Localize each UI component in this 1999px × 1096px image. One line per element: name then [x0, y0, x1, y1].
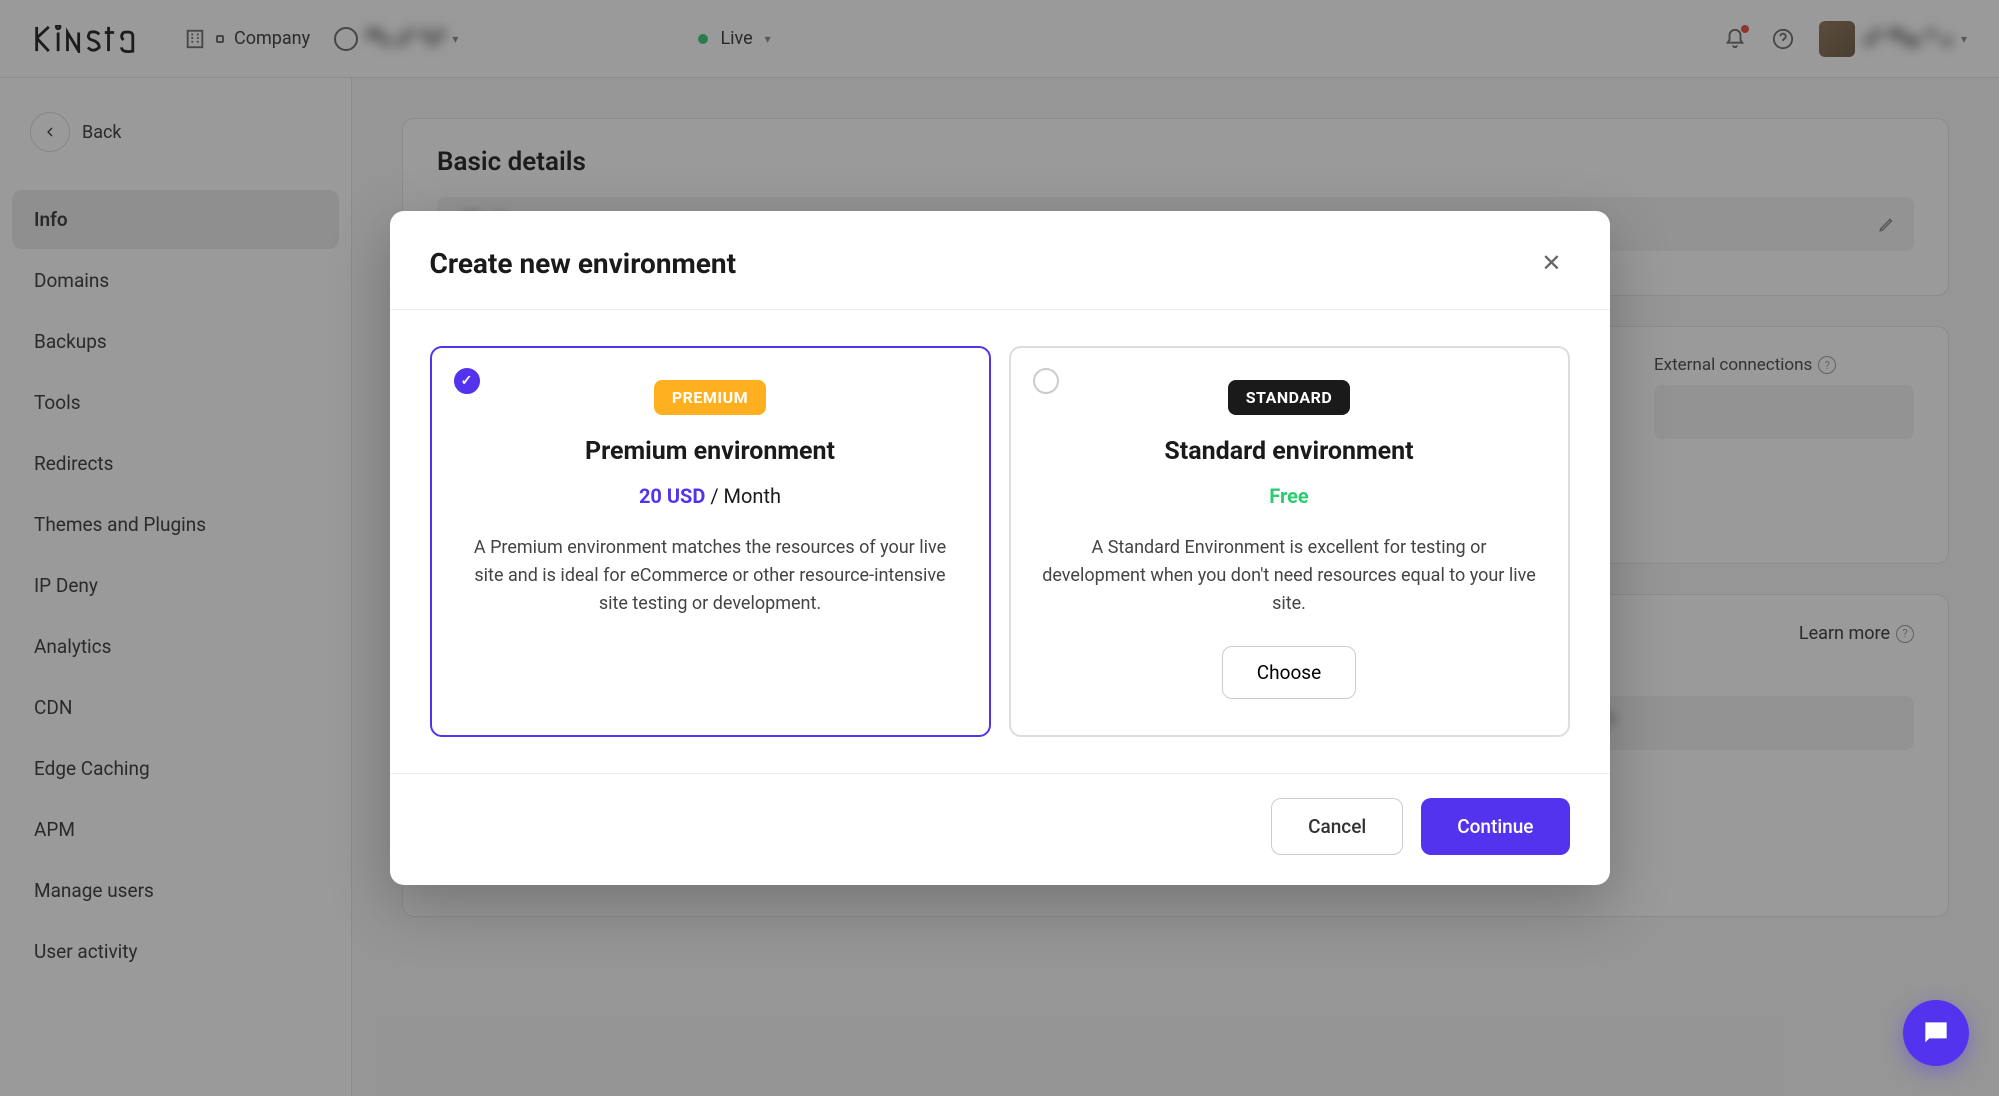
option-premium[interactable]: PREMIUM Premium environment 20 USD / Mon… — [430, 346, 991, 737]
premium-description: A Premium environment matches the resour… — [462, 534, 959, 618]
choose-button[interactable]: Choose — [1222, 646, 1356, 699]
chat-icon — [1920, 1017, 1952, 1049]
standard-heading: Standard environment — [1041, 437, 1538, 466]
modal-title: Create new environment — [430, 247, 737, 280]
modal-footer: Cancel Continue — [390, 773, 1610, 885]
modal-overlay[interactable]: Create new environment ✕ PREMIUM Premium… — [0, 0, 1999, 1096]
premium-price: 20 USD / Month — [462, 484, 959, 508]
continue-button[interactable]: Continue — [1421, 798, 1569, 855]
standard-price: Free — [1041, 484, 1538, 508]
chat-widget[interactable] — [1903, 1000, 1969, 1066]
option-standard[interactable]: STANDARD Standard environment Free A Sta… — [1009, 346, 1570, 737]
premium-heading: Premium environment — [462, 437, 959, 466]
standard-badge: STANDARD — [1228, 380, 1351, 415]
premium-badge: PREMIUM — [654, 380, 766, 415]
modal-header: Create new environment ✕ — [390, 211, 1610, 310]
radio-premium[interactable] — [454, 368, 480, 394]
cancel-button[interactable]: Cancel — [1271, 798, 1403, 855]
close-icon[interactable]: ✕ — [1533, 245, 1569, 281]
create-environment-modal: Create new environment ✕ PREMIUM Premium… — [390, 211, 1610, 885]
modal-body: PREMIUM Premium environment 20 USD / Mon… — [390, 310, 1610, 773]
radio-standard[interactable] — [1033, 368, 1059, 394]
standard-description: A Standard Environment is excellent for … — [1041, 534, 1538, 618]
